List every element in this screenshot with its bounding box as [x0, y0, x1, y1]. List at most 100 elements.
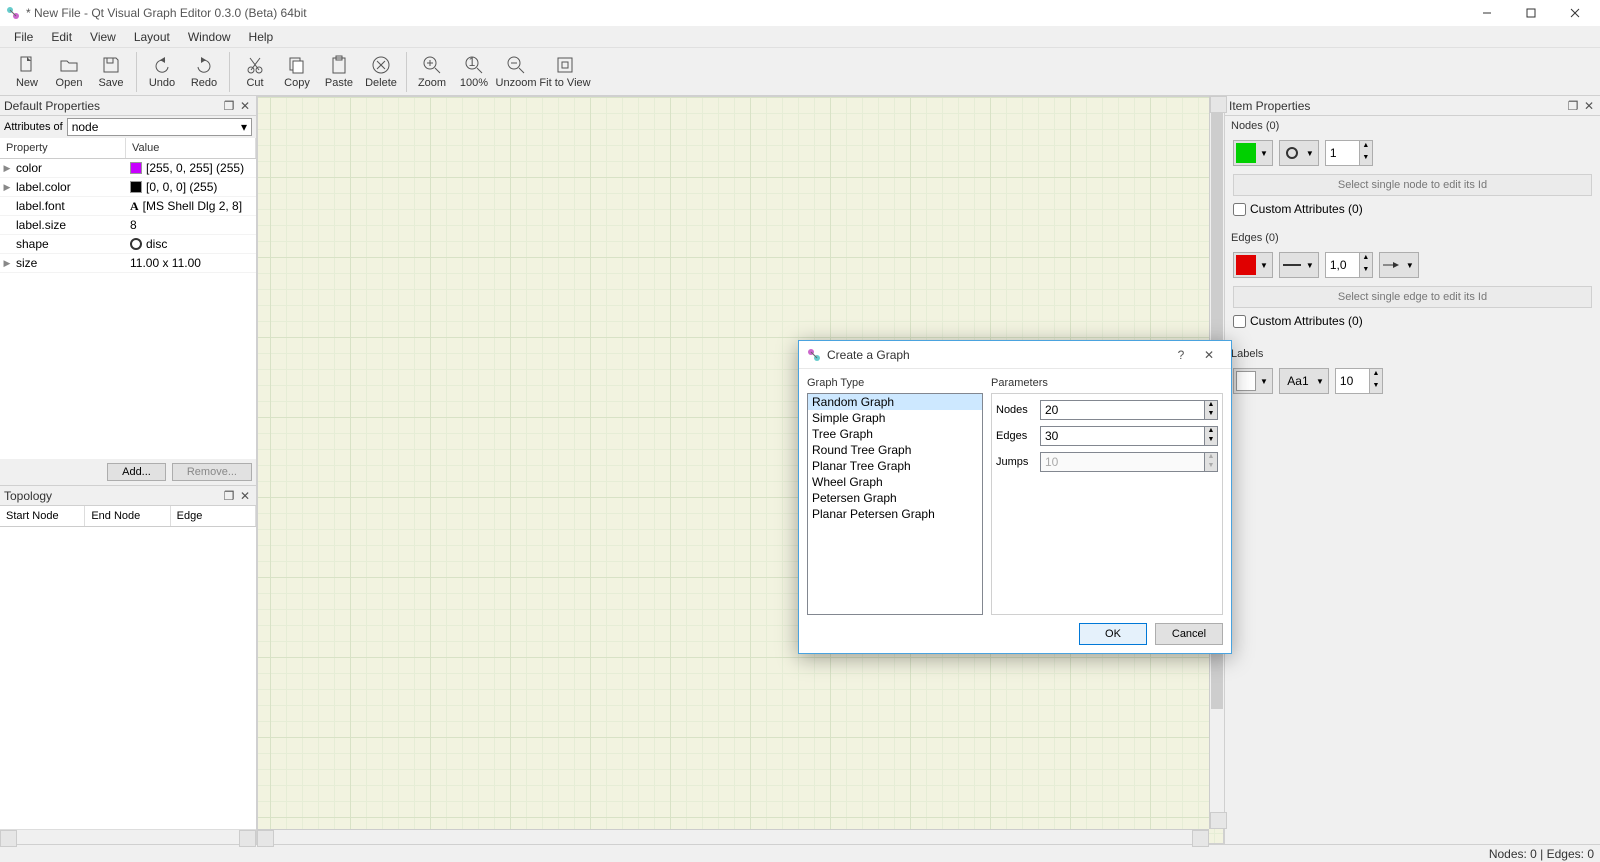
menu-view[interactable]: View [82, 28, 124, 46]
fit-view-icon [554, 54, 576, 76]
panel-close-icon[interactable]: ✕ [1582, 99, 1596, 113]
canvas-area: Create a Graph ? ✕ Graph Type Random Gra… [257, 96, 1224, 844]
panel-float-icon[interactable]: ❐ [222, 489, 236, 503]
undo-icon [151, 54, 173, 76]
dialog-help-button[interactable]: ? [1167, 348, 1195, 362]
ok-button[interactable]: OK [1079, 623, 1147, 645]
create-graph-dialog: Create a Graph ? ✕ Graph Type Random Gra… [798, 340, 1232, 654]
new-button[interactable]: New [6, 52, 48, 91]
zoom-100-icon: 1 [463, 54, 485, 76]
edge-custom-attrs-checkbox[interactable] [1233, 315, 1246, 328]
disc-shape-icon [1286, 147, 1298, 159]
panel-close-icon[interactable]: ✕ [238, 99, 252, 113]
horizontal-scrollbar[interactable] [0, 829, 256, 844]
remove-property-button[interactable]: Remove... [172, 463, 252, 481]
list-item[interactable]: Wheel Graph [808, 474, 982, 490]
panel-close-icon[interactable]: ✕ [238, 489, 252, 503]
node-size-input[interactable] [1325, 140, 1359, 166]
dialog-close-button[interactable]: ✕ [1195, 348, 1223, 362]
fit-to-view-button[interactable]: Fit to View [537, 52, 593, 91]
param-nodes-spinner[interactable]: ▲▼ [1040, 400, 1218, 420]
open-button[interactable]: Open [48, 52, 90, 91]
cut-button[interactable]: Cut [234, 52, 276, 91]
node-fill-color-picker[interactable]: ▼ [1233, 140, 1273, 166]
copy-button[interactable]: Copy [276, 52, 318, 91]
paste-icon [328, 54, 350, 76]
edge-style-picker[interactable]: ▼ [1279, 252, 1319, 278]
prop-row-label-size[interactable]: label.size 8 [0, 216, 256, 235]
label-color-picker[interactable]: ▼ [1233, 368, 1273, 394]
menu-edit[interactable]: Edit [43, 28, 80, 46]
prop-header-value[interactable]: Value [126, 138, 256, 158]
undo-button[interactable]: Undo [141, 52, 183, 91]
attributes-of-select[interactable]: node ▾ [67, 118, 252, 136]
list-item[interactable]: Simple Graph [808, 410, 982, 426]
minimize-button[interactable] [1474, 3, 1500, 23]
prop-row-label-color[interactable]: ▶label.color [0, 0, 0] (255) [0, 178, 256, 197]
chevron-down-icon: ▼ [1304, 149, 1316, 158]
list-item[interactable]: Planar Petersen Graph [808, 506, 982, 522]
chevron-down-icon: ▼ [1258, 377, 1270, 386]
node-custom-attrs-checkbox[interactable] [1233, 203, 1246, 216]
close-button[interactable] [1562, 3, 1588, 23]
topo-header-edge[interactable]: Edge [171, 506, 256, 526]
delete-button[interactable]: Delete [360, 52, 402, 91]
zoom-100-button[interactable]: 1100% [453, 52, 495, 91]
node-shape-picker[interactable]: ▼ [1279, 140, 1319, 166]
param-nodes-label: Nodes [996, 404, 1036, 416]
prop-row-size[interactable]: ▶size 11.00 x 11.00 [0, 254, 256, 273]
prop-row-label-font[interactable]: label.font A[MS Shell Dlg 2, 8] [0, 197, 256, 216]
param-edges-spinner[interactable]: ▲▼ [1040, 426, 1218, 446]
topo-header-start[interactable]: Start Node [0, 506, 85, 526]
zoom-button[interactable]: Zoom [411, 52, 453, 91]
panel-float-icon[interactable]: ❐ [1566, 99, 1580, 113]
copy-icon [286, 54, 308, 76]
menubar: File Edit View Layout Window Help [0, 26, 1600, 48]
attributes-of-label: Attributes of [4, 121, 63, 133]
label-size-spinner[interactable]: ▲▼ [1335, 368, 1383, 394]
list-item[interactable]: Random Graph [808, 394, 982, 410]
menu-window[interactable]: Window [180, 28, 239, 46]
menu-file[interactable]: File [6, 28, 41, 46]
prop-row-shape[interactable]: shape disc [0, 235, 256, 254]
list-item[interactable]: Planar Tree Graph [808, 458, 982, 474]
prop-row-color[interactable]: ▶color [255, 0, 255] (255) [0, 159, 256, 178]
list-item[interactable]: Tree Graph [808, 426, 982, 442]
horizontal-scrollbar[interactable] [257, 829, 1209, 844]
edge-direction-picker[interactable]: ▼ [1379, 252, 1419, 278]
redo-button[interactable]: Redo [183, 52, 225, 91]
titlebar: * New File - Qt Visual Graph Editor 0.3.… [0, 0, 1600, 26]
label-size-input[interactable] [1335, 368, 1369, 394]
cancel-button[interactable]: Cancel [1155, 623, 1223, 645]
graph-type-label: Graph Type [807, 377, 983, 389]
default-properties-title: Default Properties [4, 99, 100, 113]
topo-header-end[interactable]: End Node [85, 506, 170, 526]
cut-icon [244, 54, 266, 76]
paste-button[interactable]: Paste [318, 52, 360, 91]
topology-table[interactable] [0, 527, 256, 829]
list-item[interactable]: Round Tree Graph [808, 442, 982, 458]
menu-help[interactable]: Help [241, 28, 282, 46]
item-properties-panel: Item Properties ❐ ✕ Nodes (0) ▼ ▼ ▲▼ Sel… [1224, 96, 1600, 844]
panel-float-icon[interactable]: ❐ [222, 99, 236, 113]
graph-type-listbox[interactable]: Random Graph Simple Graph Tree Graph Rou… [807, 393, 983, 615]
edge-weight-spinner[interactable]: ▲▼ [1325, 252, 1373, 278]
menu-layout[interactable]: Layout [126, 28, 178, 46]
unzoom-button[interactable]: Unzoom [495, 52, 537, 91]
zoom-in-icon [421, 54, 443, 76]
labels-group-title: Labels [1225, 344, 1600, 364]
label-font-picker[interactable]: Aa1▼ [1279, 368, 1329, 394]
edge-weight-input[interactable] [1325, 252, 1359, 278]
prop-header-property[interactable]: Property [0, 138, 126, 158]
list-item[interactable]: Petersen Graph [808, 490, 982, 506]
svg-text:1: 1 [469, 55, 476, 69]
add-property-button[interactable]: Add... [107, 463, 166, 481]
edge-color-picker[interactable]: ▼ [1233, 252, 1273, 278]
maximize-button[interactable] [1518, 3, 1544, 23]
param-edges-input[interactable] [1040, 426, 1204, 446]
dialog-icon [807, 348, 821, 362]
save-button[interactable]: Save [90, 52, 132, 91]
node-size-spinner[interactable]: ▲▼ [1325, 140, 1373, 166]
param-nodes-input[interactable] [1040, 400, 1204, 420]
disc-shape-icon [130, 238, 142, 250]
